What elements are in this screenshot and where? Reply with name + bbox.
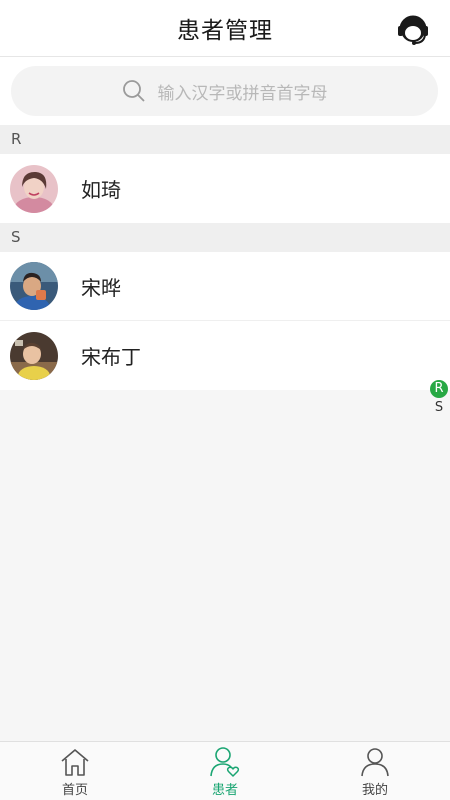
headset-icon: [398, 15, 428, 45]
patient-row[interactable]: 宋布丁: [0, 321, 450, 390]
customer-service-button[interactable]: [394, 10, 432, 48]
index-letter-s[interactable]: S: [430, 398, 448, 417]
search-input[interactable]: 输入汉字或拼音首字母: [11, 66, 438, 116]
home-icon: [61, 749, 89, 776]
section-header-s: S: [0, 223, 450, 252]
tab-home[interactable]: 首页: [0, 742, 150, 800]
patient-row[interactable]: 宋晔: [0, 252, 450, 321]
search-placeholder: 输入汉字或拼音首字母: [157, 83, 328, 104]
section-header-r: R: [0, 125, 450, 154]
header-bar: 患者管理: [0, 0, 450, 57]
index-letter-r[interactable]: R: [430, 380, 448, 398]
bottom-tab-bar: 首页 患者 我的: [0, 741, 450, 800]
profile-icon: [361, 748, 389, 777]
tab-label: 我的: [361, 783, 388, 798]
patient-icon: [210, 747, 240, 777]
tab-label: 首页: [61, 783, 88, 798]
avatar: [10, 331, 58, 380]
tab-profile[interactable]: 我的: [300, 742, 450, 800]
patient-name: 宋晔: [81, 275, 121, 300]
alphabet-index-bar[interactable]: R S: [430, 380, 448, 417]
patient-row[interactable]: 如琦: [0, 154, 450, 223]
search-area: 输入汉字或拼音首字母: [0, 57, 450, 125]
app-root: 患者管理 输入汉字或拼音首字母 R 如琦 S 宋晔 宋布丁 R S 首页 患者 …: [0, 0, 450, 800]
patient-name: 宋布丁: [81, 345, 141, 369]
tab-label: 患者: [211, 783, 238, 798]
patient-name: 如琦: [81, 178, 121, 202]
avatar: [10, 164, 58, 213]
search-icon: [122, 80, 145, 102]
page-title: 患者管理: [177, 18, 273, 44]
avatar: [10, 262, 58, 310]
tab-patients[interactable]: 患者: [150, 742, 300, 800]
